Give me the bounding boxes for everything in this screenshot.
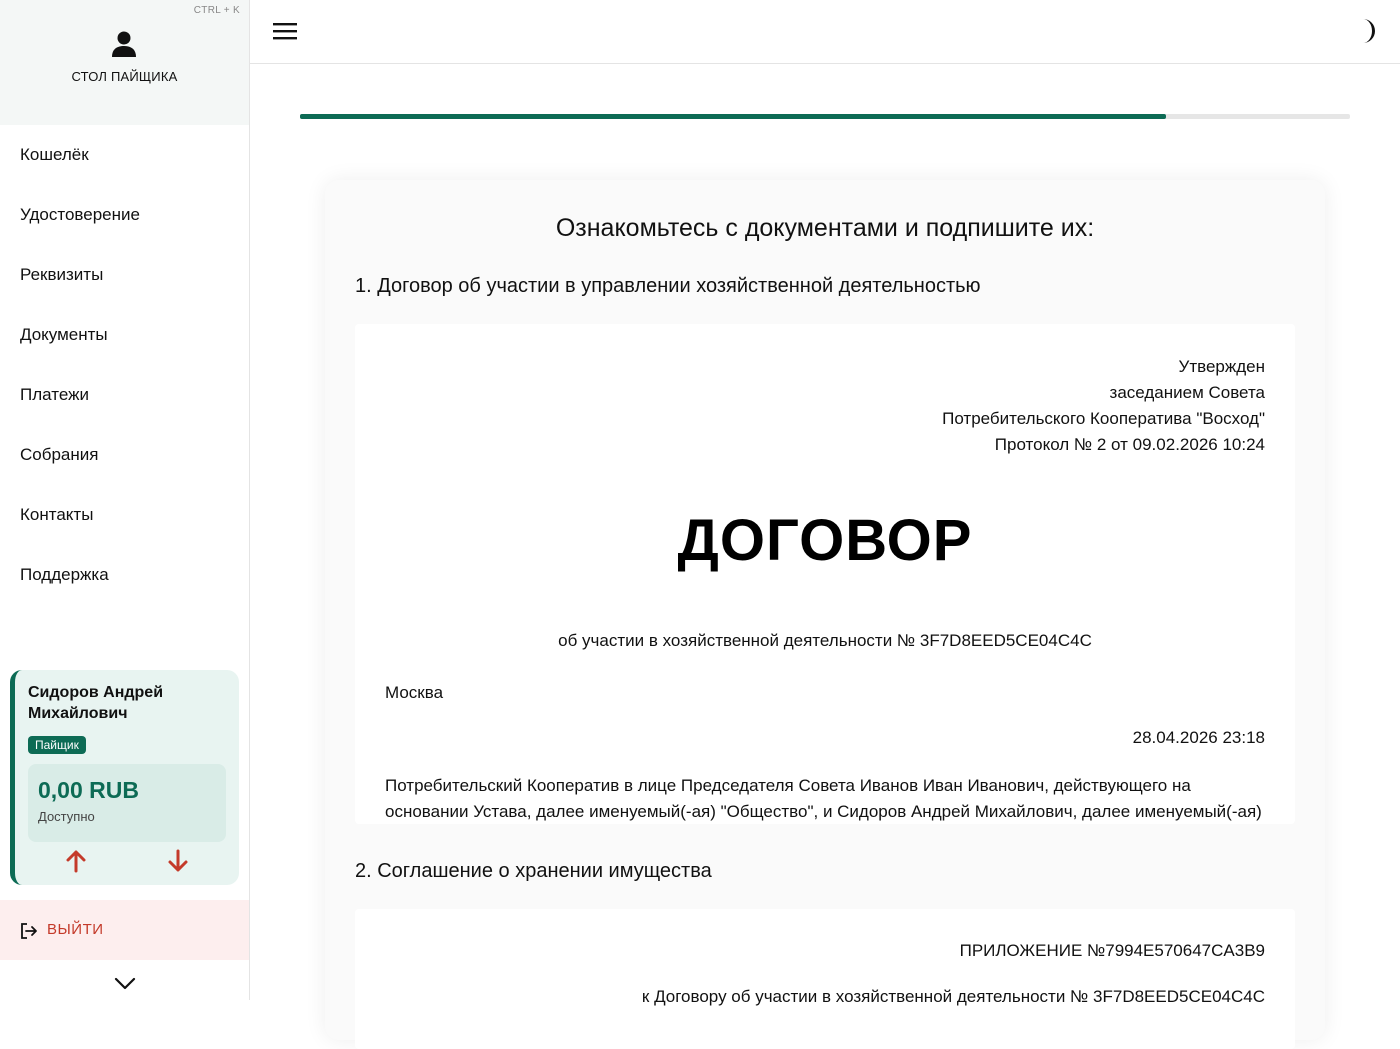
- user-icon: [112, 31, 136, 57]
- shortcut-hint: CTRL + K: [193, 5, 240, 16]
- sidebar-item-requisites[interactable]: Реквизиты: [0, 245, 249, 305]
- appendix-number: ПРИЛОЖЕНИЕ №7994E570647CA3B9: [959, 941, 1265, 960]
- document-title: ДОГОВОР: [677, 508, 973, 573]
- chevron-down-icon[interactable]: [114, 975, 136, 991]
- approval-block: Утвержден заседанием Совета Потребительс…: [942, 354, 1265, 458]
- sidebar-item-contacts[interactable]: Контакты: [0, 485, 249, 545]
- menu-icon[interactable]: [272, 19, 298, 43]
- page-title: Ознакомьтесь с документами и подпишите и…: [555, 214, 1095, 242]
- document-city: Москва: [385, 683, 444, 702]
- topbar: [250, 0, 1400, 64]
- sidebar-item-documents[interactable]: Документы: [0, 305, 249, 365]
- arrow-down-icon[interactable]: [165, 848, 191, 874]
- logout-button[interactable]: ВЫЙТИ: [0, 900, 249, 960]
- document-paragraph: Потребительский Кооператив в лице Предсе…: [385, 776, 1262, 821]
- sidebar-item-meetings[interactable]: Собрания: [0, 425, 249, 485]
- balance-box: 0,00 RUB Доступно: [28, 764, 226, 842]
- document-subtitle: об участии в хозяйственной деятельности …: [558, 631, 1092, 650]
- sidebar-nav: Кошелёк Удостоверение Реквизиты Документ…: [0, 125, 249, 605]
- user-name: Сидоров Андрей Михайлович: [28, 684, 164, 722]
- approval-line: Утвержден: [1178, 357, 1265, 376]
- balance-amount: 0,00 RUB: [38, 777, 139, 803]
- desk-title: СТОЛ ПАЙЩИКА: [71, 69, 178, 84]
- role-badge: Пайщик: [28, 736, 86, 754]
- document-date: 28.04.2026 23:18: [1132, 728, 1265, 747]
- document-2-viewer[interactable]: ПРИЛОЖЕНИЕ №7994E570647CA3B9 к Договору …: [355, 909, 1295, 1049]
- progress-fill: [300, 114, 1167, 119]
- logout-label: ВЫЙТИ: [47, 921, 104, 938]
- documents-panel: Ознакомьтесь с документами и подпишите и…: [325, 180, 1325, 1049]
- sidebar: CTRL + K СТОЛ ПАЙЩИКА Кошелёк Удостовере…: [0, 0, 250, 1000]
- theme-toggle-icon[interactable]: [1354, 17, 1380, 45]
- sidebar-item-payments[interactable]: Платежи: [0, 365, 249, 425]
- arrow-up-icon[interactable]: [63, 848, 89, 874]
- sidebar-item-wallet[interactable]: Кошелёк: [0, 125, 249, 185]
- approval-line: заседанием Совета: [1109, 383, 1265, 402]
- sidebar-item-certificate[interactable]: Удостоверение: [0, 185, 249, 245]
- approval-line: Протокол № 2 от 09.02.2026 10:24: [994, 435, 1265, 454]
- document-2-heading: 2. Соглашение о хранении имущества: [355, 860, 712, 882]
- document-1-heading: 1. Договор об участии в управлении хозяй…: [355, 275, 981, 297]
- user-card: Сидоров Андрей Михайлович Пайщик 0,00 RU…: [10, 670, 239, 885]
- sidebar-header: CTRL + K СТОЛ ПАЙЩИКА: [0, 0, 249, 125]
- appendix-reference: к Договору об участии в хозяйственной де…: [641, 987, 1265, 1006]
- progress-bar: [300, 114, 1350, 119]
- document-1-viewer[interactable]: Утвержден заседанием Совета Потребительс…: [355, 324, 1295, 824]
- logout-icon: [21, 923, 37, 939]
- balance-label: Доступно: [38, 809, 95, 824]
- approval-line: Потребительского Кооператива "Восход": [942, 409, 1265, 428]
- sidebar-item-support[interactable]: Поддержка: [0, 545, 249, 605]
